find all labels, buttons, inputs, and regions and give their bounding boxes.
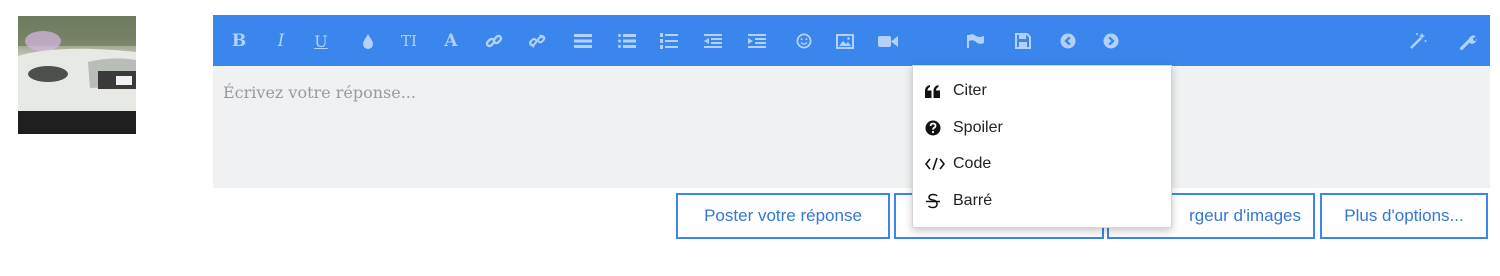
numbered-list-icon[interactable] bbox=[659, 30, 679, 52]
reply-textarea[interactable]: Écrivez votre réponse... bbox=[213, 66, 1490, 188]
quote-icon bbox=[925, 84, 947, 98]
smiley-icon[interactable] bbox=[794, 30, 814, 52]
more-options-button[interactable]: Plus d'options... bbox=[1320, 193, 1488, 239]
indent-icon[interactable] bbox=[747, 30, 767, 52]
link-icon[interactable] bbox=[484, 30, 504, 52]
dropdown-item-spoiler[interactable]: Spoiler bbox=[925, 116, 1003, 140]
previous-icon[interactable] bbox=[1058, 30, 1078, 52]
dropdown-item-strikethrough[interactable]: Barré bbox=[925, 189, 992, 213]
strikethrough-icon bbox=[925, 193, 947, 209]
avatar bbox=[18, 16, 136, 134]
dropdown-item-label: Citer bbox=[953, 82, 987, 99]
italic-button[interactable]: I bbox=[271, 30, 291, 52]
next-icon[interactable] bbox=[1101, 30, 1121, 52]
reply-placeholder: Écrivez votre réponse... bbox=[223, 83, 416, 102]
dropdown-item-quote[interactable]: Citer bbox=[925, 79, 987, 103]
dropdown-item-label: Code bbox=[953, 155, 992, 172]
magic-wand-icon[interactable] bbox=[1408, 30, 1428, 52]
video-icon[interactable] bbox=[878, 30, 898, 52]
font-color-button[interactable]: A bbox=[441, 30, 461, 52]
dropdown-item-label: Spoiler bbox=[953, 119, 1003, 136]
drop-icon[interactable] bbox=[358, 30, 378, 52]
save-icon[interactable] bbox=[1013, 30, 1033, 52]
bold-button[interactable]: B bbox=[229, 30, 249, 52]
dropdown-item-code[interactable]: Code bbox=[925, 152, 991, 176]
list-icon[interactable] bbox=[573, 30, 593, 52]
outdent-icon[interactable] bbox=[703, 30, 723, 52]
dropdown-item-label: Barré bbox=[953, 192, 993, 209]
flag-icon[interactable] bbox=[966, 30, 986, 52]
question-circle-icon bbox=[925, 120, 947, 136]
wrench-icon[interactable] bbox=[1458, 30, 1478, 52]
bullet-list-icon[interactable] bbox=[617, 30, 637, 52]
format-dropdown-menu: Citer Spoiler Code Barré bbox=[912, 65, 1172, 228]
unlink-icon[interactable] bbox=[527, 30, 547, 52]
image-icon[interactable] bbox=[835, 30, 855, 52]
underline-button[interactable]: U bbox=[311, 30, 331, 52]
code-icon bbox=[925, 157, 947, 171]
post-reply-button[interactable]: Poster votre réponse bbox=[676, 193, 890, 239]
editor-toolbar: B I U TI A bbox=[213, 15, 1490, 66]
reply-editor: B I U TI A Écrivez votre réponse... bbox=[213, 15, 1490, 188]
font-size-button[interactable]: TI bbox=[399, 30, 419, 52]
